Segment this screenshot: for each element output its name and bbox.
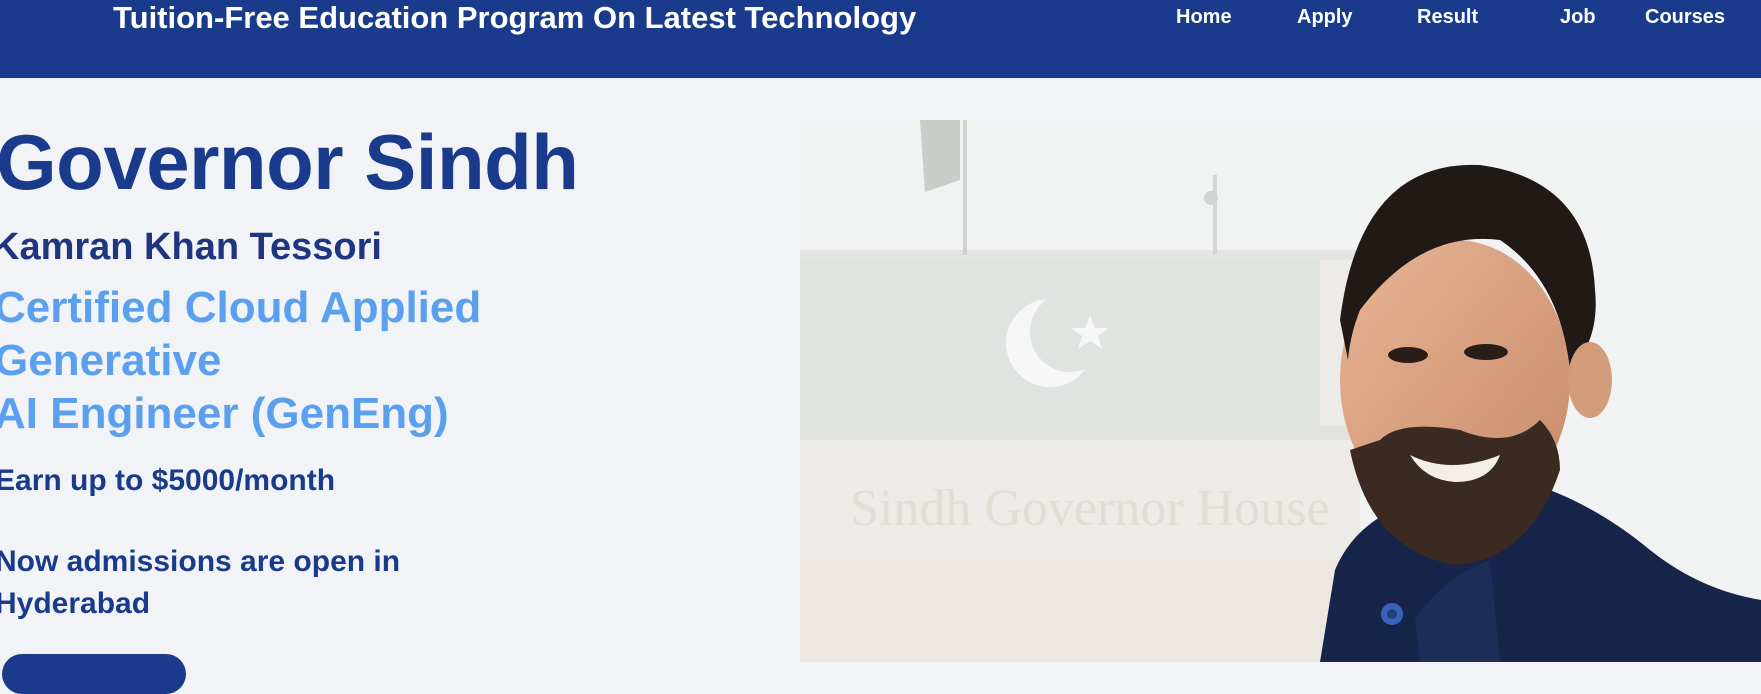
governor-photo: Sindh Governor House — [800, 120, 1761, 662]
site-title: Tuition-Free Education Program On Latest… — [113, 0, 917, 35]
nav-job-link[interactable]: Job — [1560, 6, 1596, 29]
program-title-line-2: AI Engineer (GenEng) — [0, 389, 449, 438]
apply-cta-button[interactable] — [2, 654, 186, 694]
nav-result-link[interactable]: Result — [1417, 6, 1478, 29]
hero-title: Governor Sindh — [0, 118, 579, 206]
nav-courses-link[interactable]: Courses — [1645, 6, 1725, 29]
building-sign: Sindh Governor House — [850, 480, 1330, 537]
earning-text: Earn up to $5000/month — [0, 464, 336, 497]
program-title-line-1: Certified Cloud Applied Generative — [0, 283, 482, 385]
admissions-text: Now admissions are open in Hyderabad — [0, 545, 401, 620]
main-nav: Home Apply Result Job Courses — [1100, 6, 1761, 30]
governor-name: Kamran Khan Tessori — [0, 226, 382, 268]
nav-apply-link[interactable]: Apply — [1297, 6, 1353, 29]
program-title: Certified Cloud Applied Generative AI En… — [0, 281, 554, 440]
top-navbar: Tuition-Free Education Program On Latest… — [0, 0, 1761, 78]
governor-photo-illustration: Sindh Governor House — [800, 120, 1761, 662]
nav-home-link[interactable]: Home — [1176, 6, 1232, 29]
